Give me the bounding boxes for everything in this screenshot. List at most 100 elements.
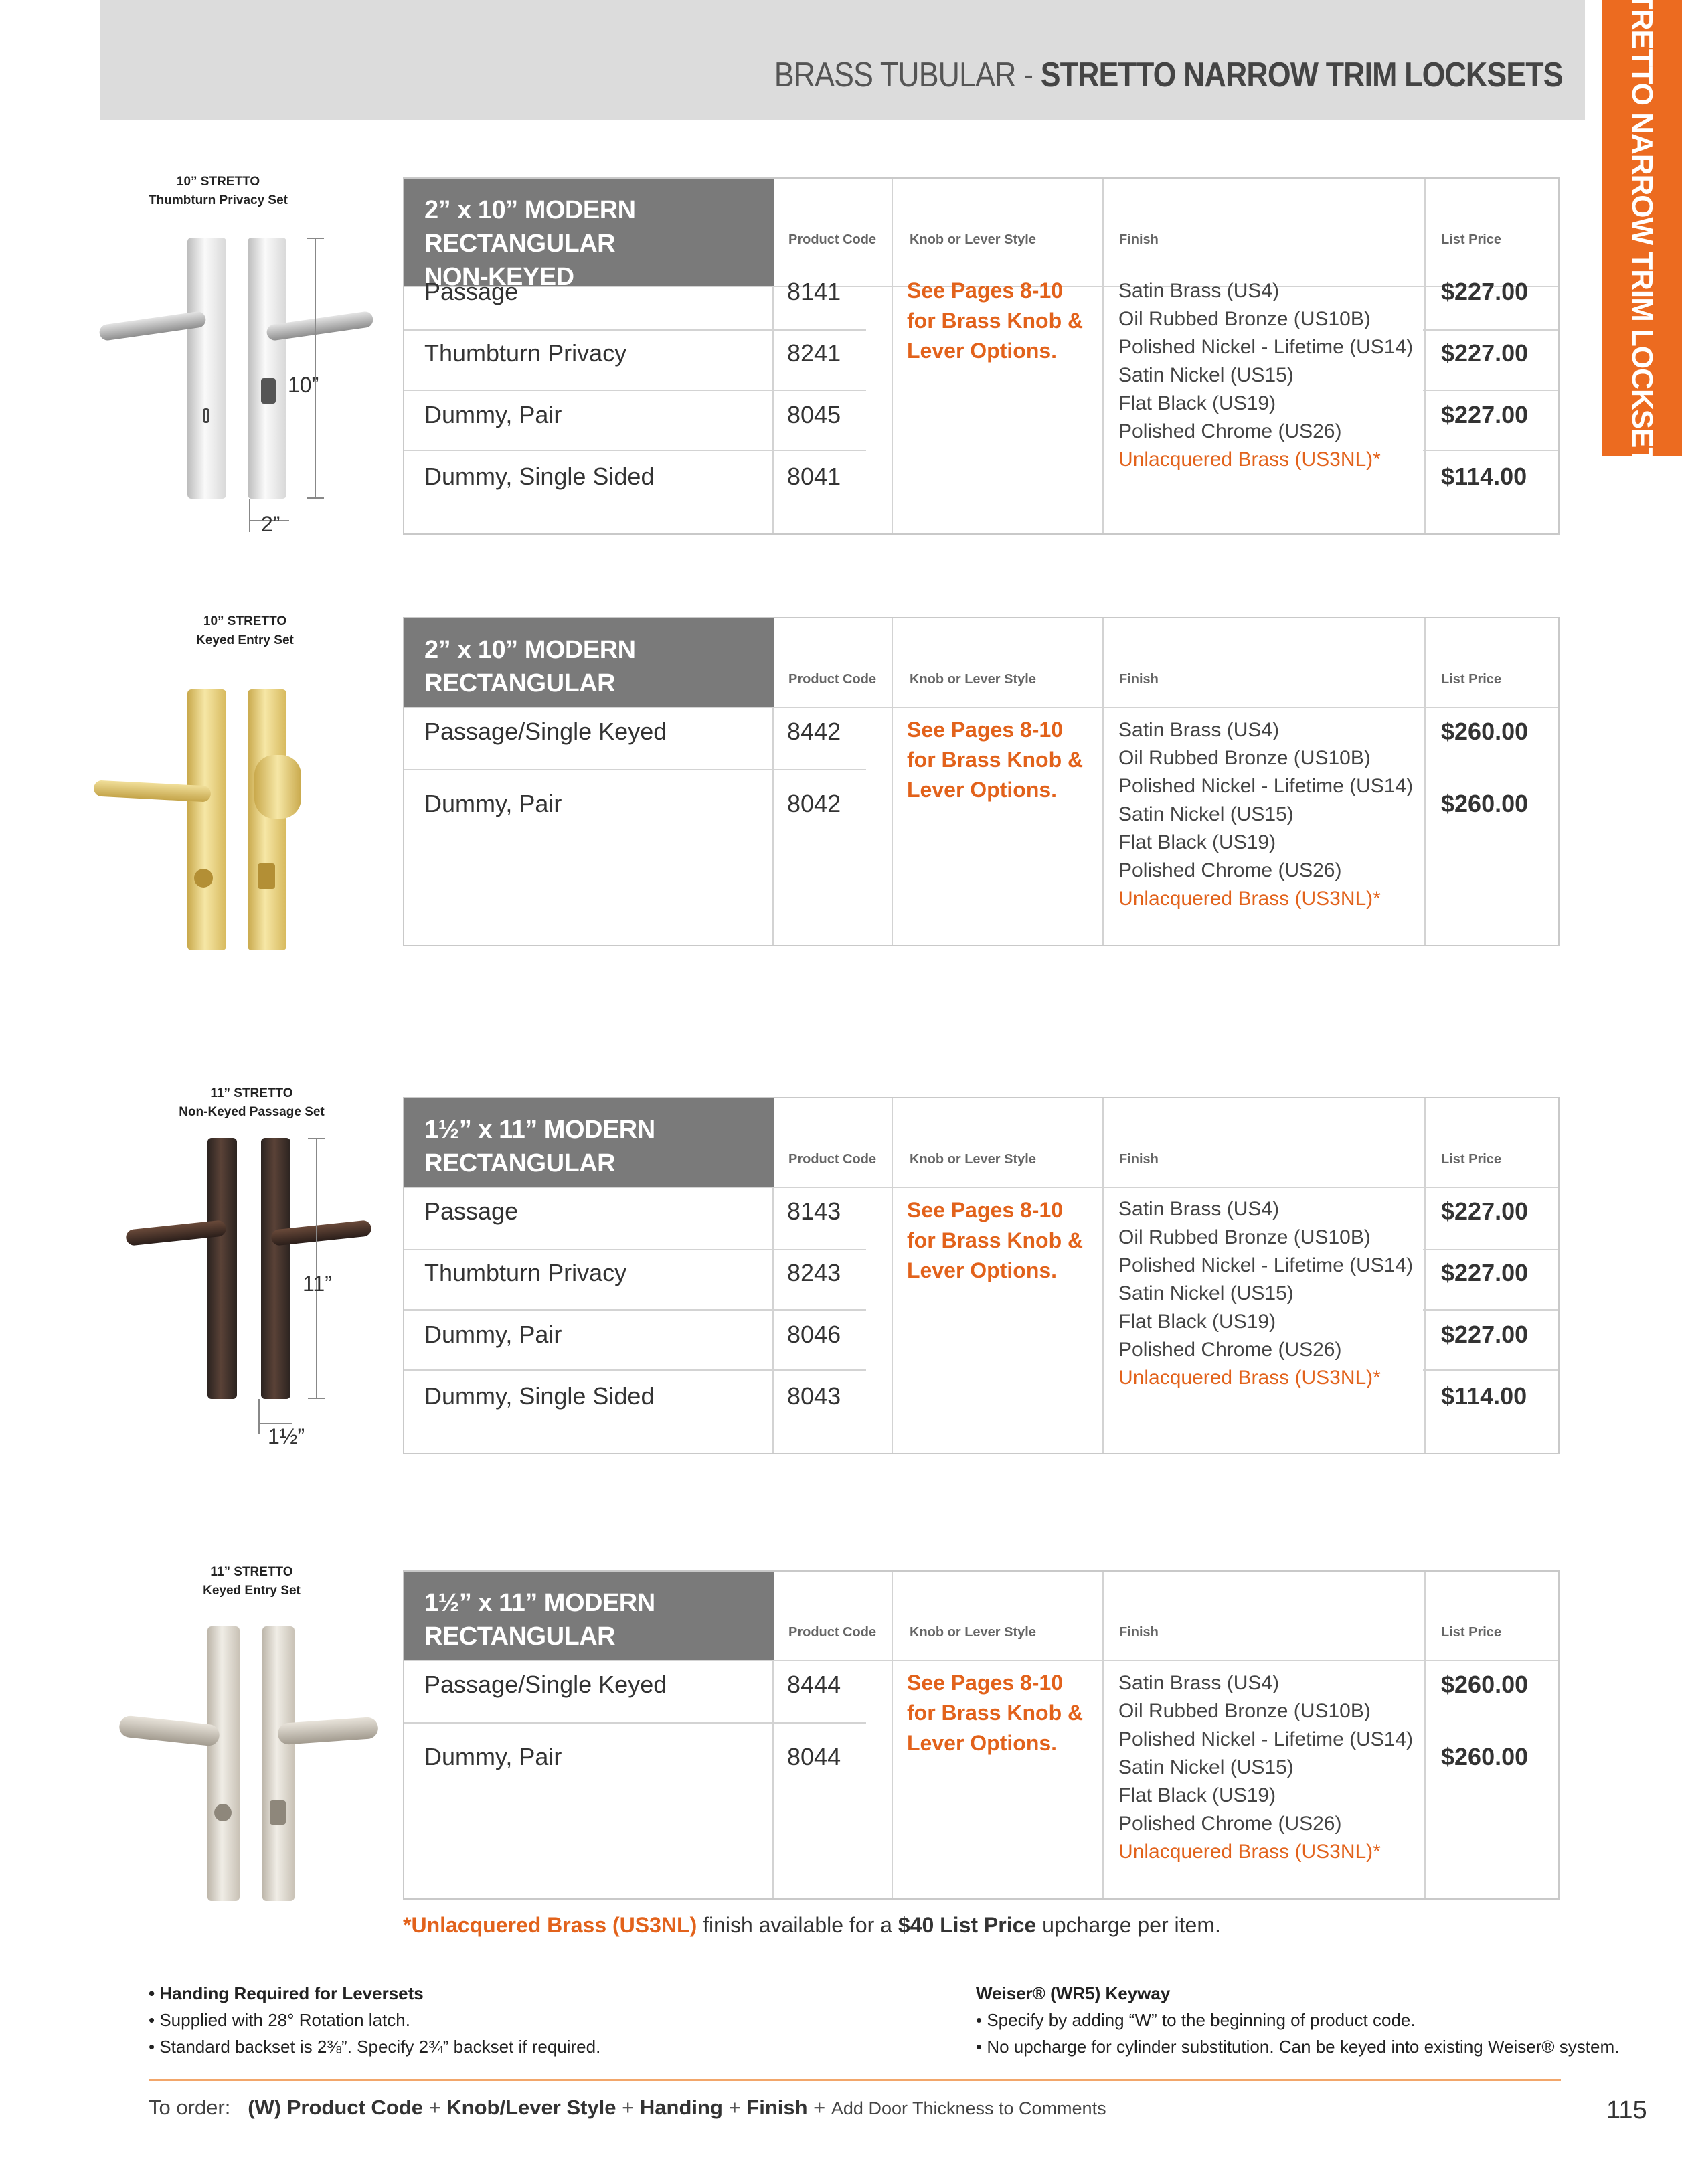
lever-handle	[118, 1715, 221, 1747]
dimension-tick	[308, 1138, 325, 1139]
cylinder-icon	[194, 869, 213, 888]
row-name: Passage/Single Keyed	[424, 1671, 667, 1698]
row-name: Dummy, Pair	[424, 1321, 562, 1348]
row-name: Passage	[424, 1197, 519, 1225]
row-code: 8444	[787, 1671, 841, 1698]
finish-list: Satin Brass (US4) Oil Rubbed Bronze (US1…	[1118, 719, 1414, 910]
product-image-brass	[87, 683, 382, 964]
product-image-nickel	[114, 1620, 395, 1914]
row-divider	[404, 769, 866, 770]
dimension-height-label: 11”	[303, 1272, 332, 1296]
row-name: Dummy, Single Sided	[424, 463, 655, 490]
trim-plate	[207, 1626, 240, 1901]
row-code: 8044	[787, 1743, 841, 1770]
table-title: 1½” x 11” MODERN RECTANGULAR NON-KEYED	[404, 1098, 774, 1211]
cylinder-icon	[214, 1804, 232, 1821]
column-divider	[892, 1098, 893, 1453]
dimension-line	[249, 499, 250, 532]
dimension-line	[258, 1399, 260, 1434]
keyway-notes: Weiser® (WR5) Keyway • Specify by adding…	[976, 1983, 1620, 2057]
header-style: Knob or Lever Style	[910, 672, 1036, 687]
column-divider	[1102, 618, 1104, 945]
row-divider	[1423, 1309, 1558, 1311]
row-price: $227.00	[1441, 1259, 1529, 1286]
dimension-width-label: 1½”	[268, 1424, 305, 1448]
row-code: 8042	[787, 790, 841, 817]
column-divider	[892, 179, 893, 533]
row-name: Dummy, Pair	[424, 790, 562, 817]
footer-divider	[149, 2079, 1561, 2081]
column-divider	[892, 618, 893, 945]
row-name: Thumbturn Privacy	[424, 339, 627, 367]
see-pages-link[interactable]: See Pages 8-10 for Brass Knob & Lever Op…	[907, 276, 1088, 366]
column-divider	[1424, 1098, 1426, 1453]
header-finish: Finish	[1119, 1152, 1159, 1167]
column-divider	[1424, 1572, 1426, 1898]
keyhole-icon	[203, 408, 209, 423]
row-name: Dummy, Single Sided	[424, 1382, 655, 1410]
row-code: 8243	[787, 1259, 841, 1286]
row-divider	[404, 1249, 866, 1250]
finish-list: Satin Brass (US4) Oil Rubbed Bronze (US1…	[1118, 1672, 1414, 1863]
column-divider	[1102, 1572, 1104, 1898]
side-tab-label: STRETTO NARROW TRIM LOCKSETS	[1626, 0, 1659, 484]
handing-notes: • Handing Required for Leversets • Suppl…	[149, 1983, 601, 2057]
product-caption: 11” STRETTO Keyed Entry Set	[203, 1565, 301, 1598]
row-code: 8046	[787, 1321, 841, 1348]
thumbturn-icon	[258, 863, 275, 889]
dimension-width-label: 2”	[261, 512, 280, 536]
header-finish: Finish	[1119, 1625, 1159, 1640]
product-image-chrome: 10” 2”	[94, 231, 402, 545]
row-price: $227.00	[1441, 339, 1529, 367]
header-list-price: List Price	[1441, 672, 1502, 687]
row-name: Thumbturn Privacy	[424, 1259, 627, 1286]
dimension-tick	[308, 1398, 325, 1399]
trim-plate	[248, 238, 286, 499]
row-divider	[404, 329, 866, 331]
header-divider	[404, 1187, 1558, 1188]
see-pages-link[interactable]: See Pages 8-10 for Brass Knob & Lever Op…	[907, 1668, 1088, 1758]
dimension-tick	[307, 238, 324, 239]
finish-list: Satin Brass (US4) Oil Rubbed Bronze (US1…	[1118, 280, 1414, 471]
header-divider	[404, 707, 1558, 708]
row-code: 8241	[787, 339, 841, 367]
trim-plate	[207, 1138, 237, 1399]
finish-list: Satin Brass (US4) Oil Rubbed Bronze (US1…	[1118, 1198, 1414, 1389]
header-style: Knob or Lever Style	[910, 1152, 1036, 1167]
row-price: $260.00	[1441, 718, 1529, 745]
row-price: $227.00	[1441, 1321, 1529, 1348]
row-price: $114.00	[1441, 463, 1527, 490]
dimension-tick	[307, 497, 324, 499]
unlacquered-footnote: *Unlacquered Brass (US3NL) finish availa…	[403, 1913, 1221, 1937]
row-divider	[1423, 390, 1558, 391]
row-name: Passage	[424, 278, 519, 305]
product-caption: 10” STRETTO Thumbturn Privacy Set	[149, 175, 288, 207]
header-product-code: Product Code	[788, 1152, 877, 1167]
row-name: Dummy, Pair	[424, 401, 562, 428]
table-title: 2” x 10” MODERN RECTANGULAR KEYED	[404, 618, 774, 731]
see-pages-link[interactable]: See Pages 8-10 for Brass Knob & Lever Op…	[907, 715, 1088, 805]
row-price: $227.00	[1441, 278, 1529, 305]
row-divider	[404, 1722, 866, 1724]
thumbturn-icon	[261, 378, 276, 404]
header-finish: Finish	[1119, 672, 1159, 687]
header-list-price: List Price	[1441, 232, 1502, 247]
product-caption: 11” STRETTO Non-Keyed Passage Set	[179, 1086, 325, 1119]
row-divider	[1423, 329, 1558, 331]
row-code: 8143	[787, 1197, 841, 1225]
column-divider	[1102, 1098, 1104, 1453]
side-tab: STRETTO NARROW TRIM LOCKSETS	[1602, 0, 1682, 484]
product-caption: 10” STRETTO Keyed Entry Set	[196, 614, 294, 647]
row-divider	[404, 1309, 866, 1311]
product-image-bronze: 11” 1½”	[120, 1138, 388, 1452]
table-title: 2” x 10” MODERN RECTANGULAR NON-KEYED	[404, 179, 774, 291]
row-divider	[1423, 1249, 1558, 1250]
column-divider	[1424, 179, 1426, 533]
header-list-price: List Price	[1441, 1625, 1502, 1640]
header-list-price: List Price	[1441, 1152, 1502, 1167]
dimension-line	[316, 1138, 317, 1399]
row-price: $260.00	[1441, 1743, 1529, 1770]
row-price: $260.00	[1441, 790, 1529, 817]
row-divider	[404, 450, 866, 451]
see-pages-link[interactable]: See Pages 8-10 for Brass Knob & Lever Op…	[907, 1195, 1088, 1286]
